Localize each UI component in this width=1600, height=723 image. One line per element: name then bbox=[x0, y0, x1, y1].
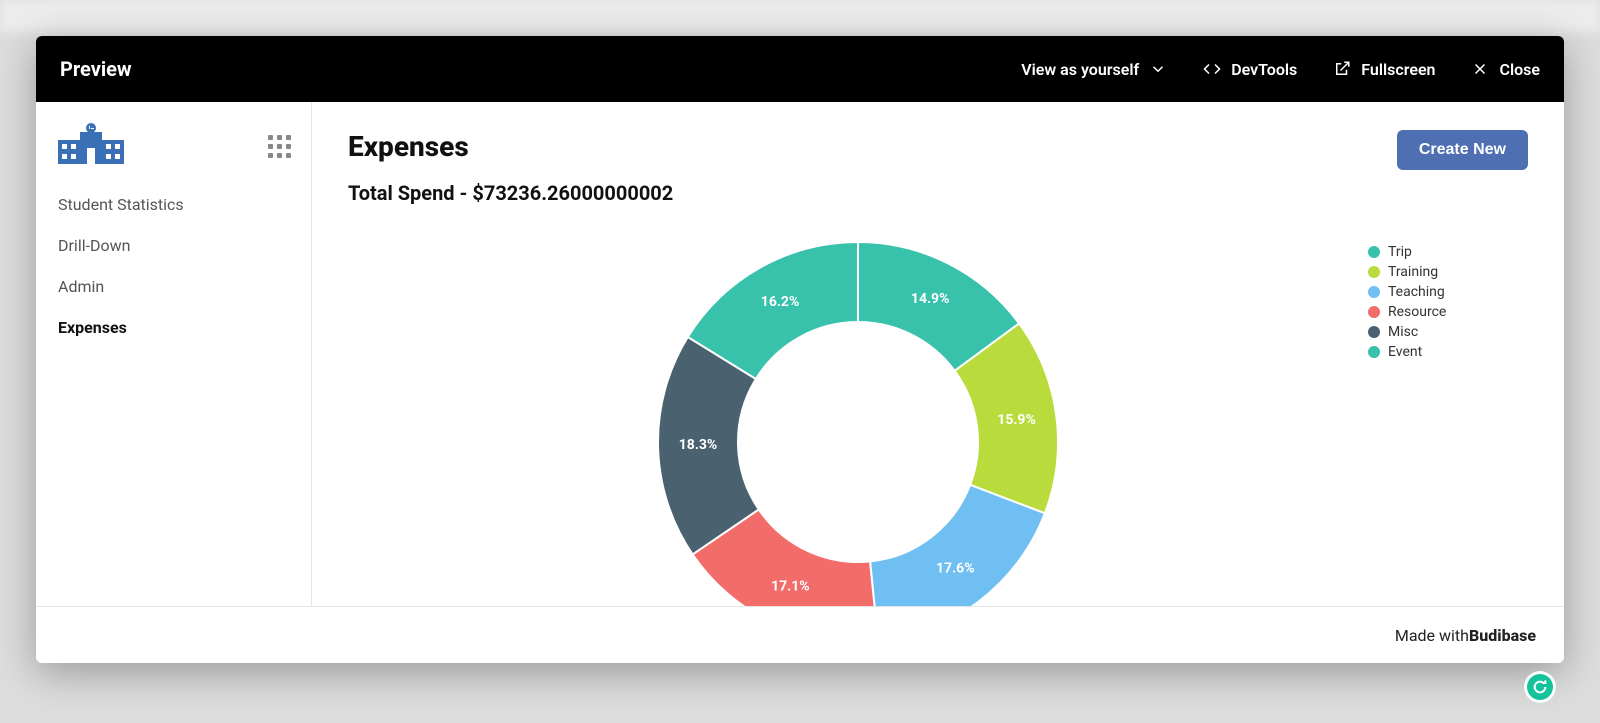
legend-item-teaching[interactable]: Teaching bbox=[1368, 282, 1528, 302]
fullscreen-button[interactable]: Fullscreen bbox=[1333, 60, 1435, 79]
background-blur bbox=[0, 0, 1600, 32]
close-icon bbox=[1471, 60, 1489, 78]
donut-chart-area: 14.9% 15.9% 17.6% 17.1% 18.3% 16.2% bbox=[348, 222, 1368, 606]
donut-chart-svg: 14.9% 15.9% 17.6% 17.1% 18.3% 16.2% bbox=[648, 232, 1068, 606]
legend-swatch bbox=[1368, 286, 1380, 298]
slice-label-teaching: 17.6% bbox=[936, 561, 975, 577]
legend-label: Event bbox=[1388, 342, 1422, 362]
school-logo-icon bbox=[56, 122, 126, 170]
legend-item-misc[interactable]: Misc bbox=[1368, 322, 1528, 342]
main: Expenses Total Spend - $73236.2600000000… bbox=[312, 102, 1564, 606]
devtools-label: DevTools bbox=[1231, 60, 1297, 79]
legend-swatch bbox=[1368, 266, 1380, 278]
legend-label: Teaching bbox=[1388, 282, 1445, 302]
legend-label: Misc bbox=[1388, 322, 1418, 342]
footer-brand: Budibase bbox=[1469, 626, 1536, 645]
legend-swatch bbox=[1368, 246, 1380, 258]
page-title: Expenses bbox=[348, 130, 673, 163]
slice-label-resource: 17.1% bbox=[771, 579, 810, 595]
sidebar-item-drill-down[interactable]: Drill-Down bbox=[36, 225, 311, 266]
grammarly-icon[interactable] bbox=[1524, 671, 1556, 703]
preview-modal: Preview View as yourself DevTools Fullsc… bbox=[36, 36, 1564, 663]
preview-title: Preview bbox=[60, 57, 132, 81]
legend-label: Resource bbox=[1388, 302, 1446, 322]
legend-item-event[interactable]: Event bbox=[1368, 342, 1528, 362]
create-new-button[interactable]: Create New bbox=[1397, 130, 1528, 170]
legend-swatch bbox=[1368, 306, 1380, 318]
legend-swatch bbox=[1368, 346, 1380, 358]
legend-item-trip[interactable]: Trip bbox=[1368, 242, 1528, 262]
devtools-button[interactable]: DevTools bbox=[1203, 60, 1297, 79]
close-button[interactable]: Close bbox=[1471, 60, 1540, 79]
fullscreen-label: Fullscreen bbox=[1361, 60, 1435, 79]
donut-slice-teaching[interactable] bbox=[870, 485, 1045, 606]
sidebar-item-admin[interactable]: Admin bbox=[36, 266, 311, 307]
view-as-label: View as yourself bbox=[1021, 60, 1139, 79]
chevron-down-icon bbox=[1149, 60, 1167, 78]
apps-grid-icon[interactable] bbox=[268, 135, 291, 158]
chart-legend: TripTrainingTeachingResourceMiscEvent bbox=[1368, 222, 1528, 606]
total-spend-label: Total Spend - $73236.26000000002 bbox=[348, 181, 673, 205]
legend-item-training[interactable]: Training bbox=[1368, 262, 1528, 282]
sidebar-item-expenses[interactable]: Expenses bbox=[36, 307, 311, 348]
footer-prefix: Made with bbox=[1395, 626, 1469, 645]
external-link-icon bbox=[1333, 60, 1351, 78]
view-as-dropdown[interactable]: View as yourself bbox=[1021, 60, 1167, 79]
legend-label: Training bbox=[1388, 262, 1438, 282]
code-icon bbox=[1203, 60, 1221, 78]
footer: Made with Budibase bbox=[36, 607, 1564, 663]
close-label: Close bbox=[1499, 60, 1540, 79]
sidebar: Student Statistics Drill-Down Admin Expe… bbox=[36, 102, 312, 606]
legend-swatch bbox=[1368, 326, 1380, 338]
slice-label-misc: 18.3% bbox=[679, 437, 718, 453]
topbar: Preview View as yourself DevTools Fullsc… bbox=[36, 36, 1564, 102]
slice-label-trip: 14.9% bbox=[911, 291, 950, 307]
legend-item-resource[interactable]: Resource bbox=[1368, 302, 1528, 322]
slice-label-event: 16.2% bbox=[761, 294, 800, 310]
body: Student Statistics Drill-Down Admin Expe… bbox=[36, 102, 1564, 607]
slice-label-training: 15.9% bbox=[997, 412, 1036, 428]
sidebar-item-student-statistics[interactable]: Student Statistics bbox=[36, 184, 311, 225]
expenses-chart: 14.9% 15.9% 17.6% 17.1% 18.3% 16.2% TripTrain… bbox=[348, 222, 1528, 606]
legend-label: Trip bbox=[1388, 242, 1412, 262]
